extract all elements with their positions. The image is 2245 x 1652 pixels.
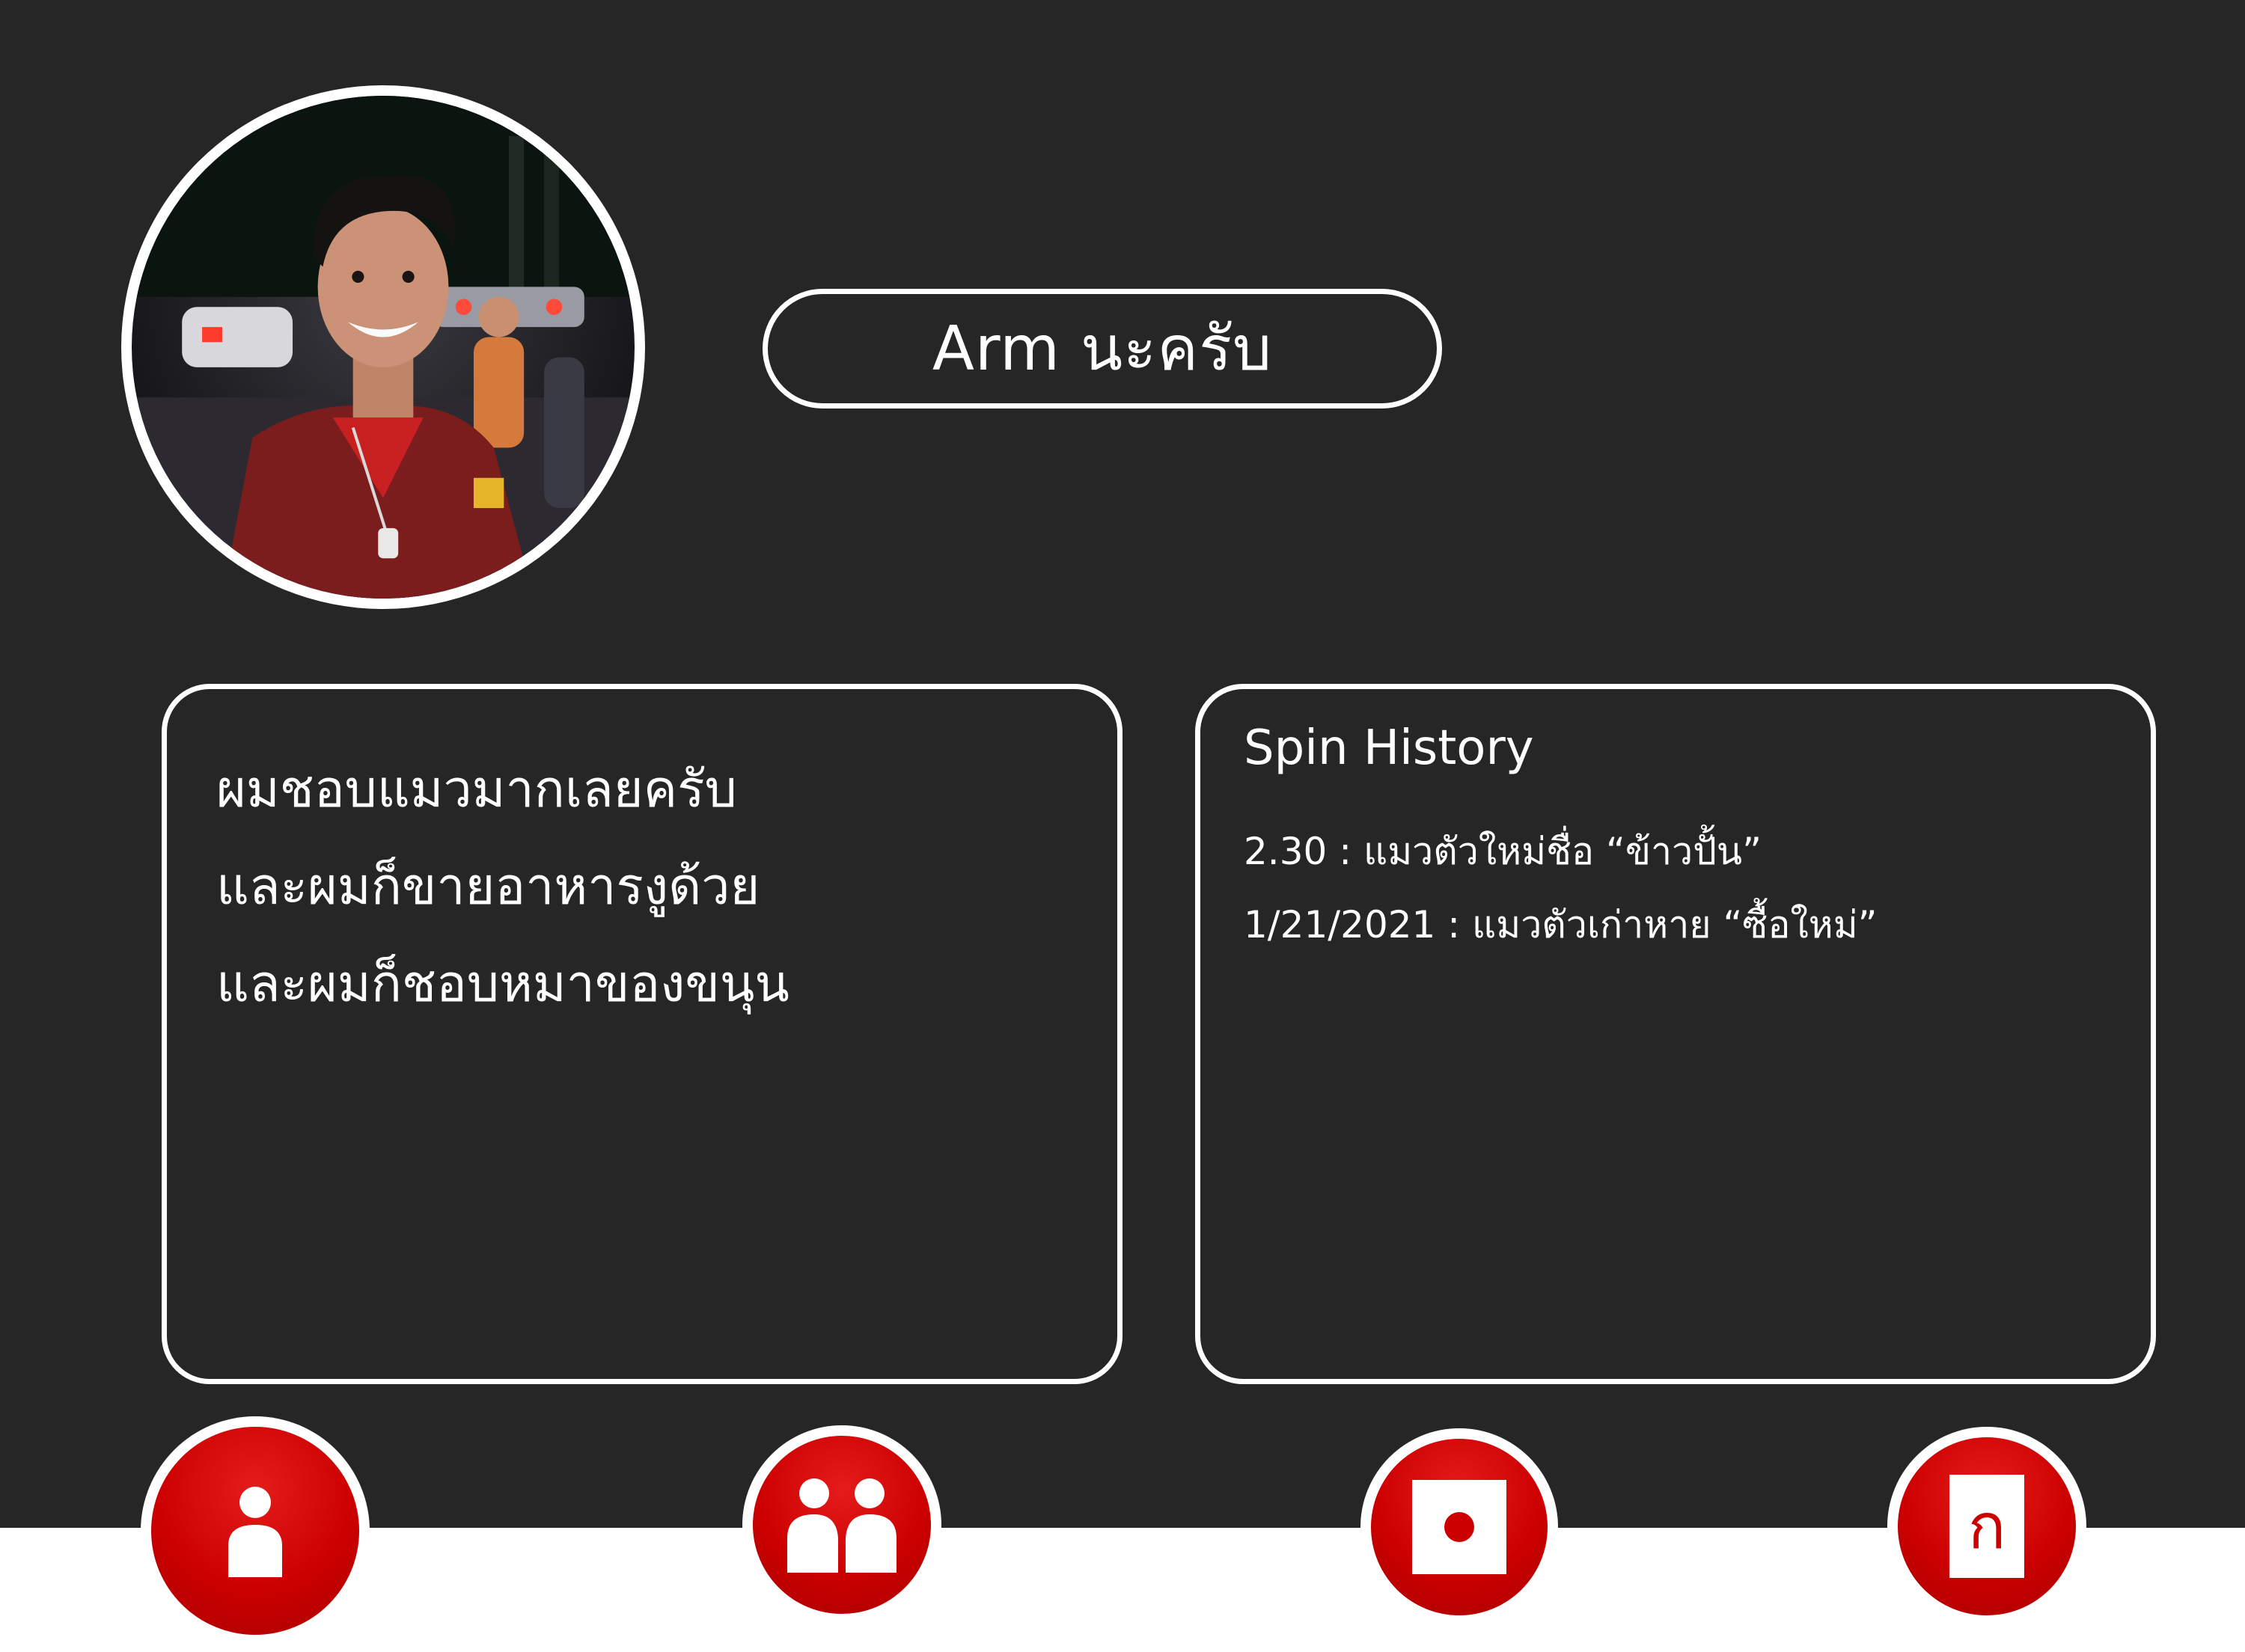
profile-photo bbox=[132, 96, 635, 599]
spin-history-panel: Spin History 2.30 : แมวตัวใหม่ชื่อ “ข้าว… bbox=[1195, 684, 2156, 1384]
history-item: 2.30 : แมวตัวใหม่ชื่อ “ข้าวปั้น” bbox=[1244, 830, 1762, 873]
history-item: 1/21/2021 : แมวตัวเก่าหาย “ซื้อใหม่” bbox=[1244, 903, 1878, 946]
nav-profile-button[interactable] bbox=[141, 1416, 370, 1645]
bio-panel: ผมชอบแมวมากเลยครับ และผมก็ขายอาหารงูด้วย… bbox=[162, 684, 1122, 1384]
person-icon bbox=[228, 1487, 282, 1577]
spin-history-list: 2.30 : แมวตัวใหม่ชื่อ “ข้าวปั้น” 1/21/20… bbox=[1244, 815, 1878, 961]
spin-history-title: Spin History bbox=[1244, 721, 1534, 776]
bio-lines: ผมชอบแมวมากเลยครับ และผมก็ขายอาหารงูด้วย… bbox=[216, 741, 789, 1033]
profile-name: Arm นะครับ bbox=[763, 289, 1442, 409]
spin-icon bbox=[1412, 1480, 1506, 1574]
bio-line: ผมชอบแมวมากเลยครับ bbox=[216, 760, 737, 819]
nav-document-button[interactable]: ก bbox=[1887, 1427, 2086, 1626]
avatar bbox=[121, 85, 645, 609]
document-icon: ก bbox=[1949, 1475, 2024, 1578]
nav-spin-button[interactable] bbox=[1360, 1428, 1558, 1626]
bio-line: และผมก็ขายอาหารงูด้วย bbox=[216, 857, 760, 917]
nav-friends-button[interactable] bbox=[742, 1425, 941, 1624]
friends-icon bbox=[787, 1478, 897, 1573]
bio-line: และผมก็ชอบหมาของขนุน bbox=[216, 955, 789, 1014]
